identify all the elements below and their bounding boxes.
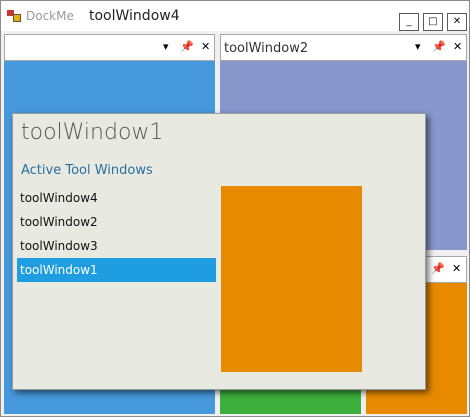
list-item[interactable]: toolWindow4: [17, 186, 216, 210]
minimize-icon: _: [406, 16, 412, 27]
app-name: DockMe: [26, 9, 74, 23]
app-window: DockMe toolWindow4 _ □ ✕ ▾ 📌 ✕ toolWindo…: [0, 0, 470, 417]
tool-window-switcher: toolWindow1 Active Tool Windows toolWind…: [12, 113, 426, 390]
list-item[interactable]: toolWindow3: [17, 234, 216, 258]
list-item[interactable]: toolWindow2: [17, 210, 216, 234]
pane-right-top-header[interactable]: toolWindow2 ▾ 📌 ✕: [220, 34, 467, 61]
app-icon: [7, 10, 21, 22]
dropdown-icon[interactable]: ▾: [415, 40, 421, 54]
title-bar[interactable]: DockMe toolWindow4 _ □ ✕: [1, 1, 469, 31]
window-preview: [221, 186, 362, 372]
maximize-icon: □: [428, 16, 438, 27]
close-icon: ✕: [452, 16, 462, 27]
close-icon[interactable]: ✕: [201, 40, 210, 54]
close-icon[interactable]: ✕: [452, 262, 461, 276]
close-icon[interactable]: ✕: [453, 40, 462, 54]
switcher-subtitle: Active Tool Windows: [21, 163, 153, 178]
maximize-button[interactable]: □: [423, 13, 443, 31]
switcher-title: toolWindow1: [21, 120, 164, 145]
pin-icon[interactable]: 📌: [180, 40, 194, 54]
pane-right-top-title: toolWindow2: [224, 41, 309, 56]
active-window-title: toolWindow4: [89, 8, 180, 24]
pin-icon[interactable]: 📌: [431, 262, 445, 276]
pane-left-header[interactable]: ▾ 📌 ✕: [4, 34, 215, 61]
minimize-button[interactable]: _: [399, 13, 419, 31]
pin-icon[interactable]: 📌: [432, 40, 446, 54]
active-tool-windows-list: toolWindow4 toolWindow2 toolWindow3 tool…: [17, 186, 216, 282]
close-button[interactable]: ✕: [447, 13, 467, 31]
list-item-selected[interactable]: toolWindow1: [17, 258, 216, 282]
dropdown-icon[interactable]: ▾: [163, 40, 169, 54]
